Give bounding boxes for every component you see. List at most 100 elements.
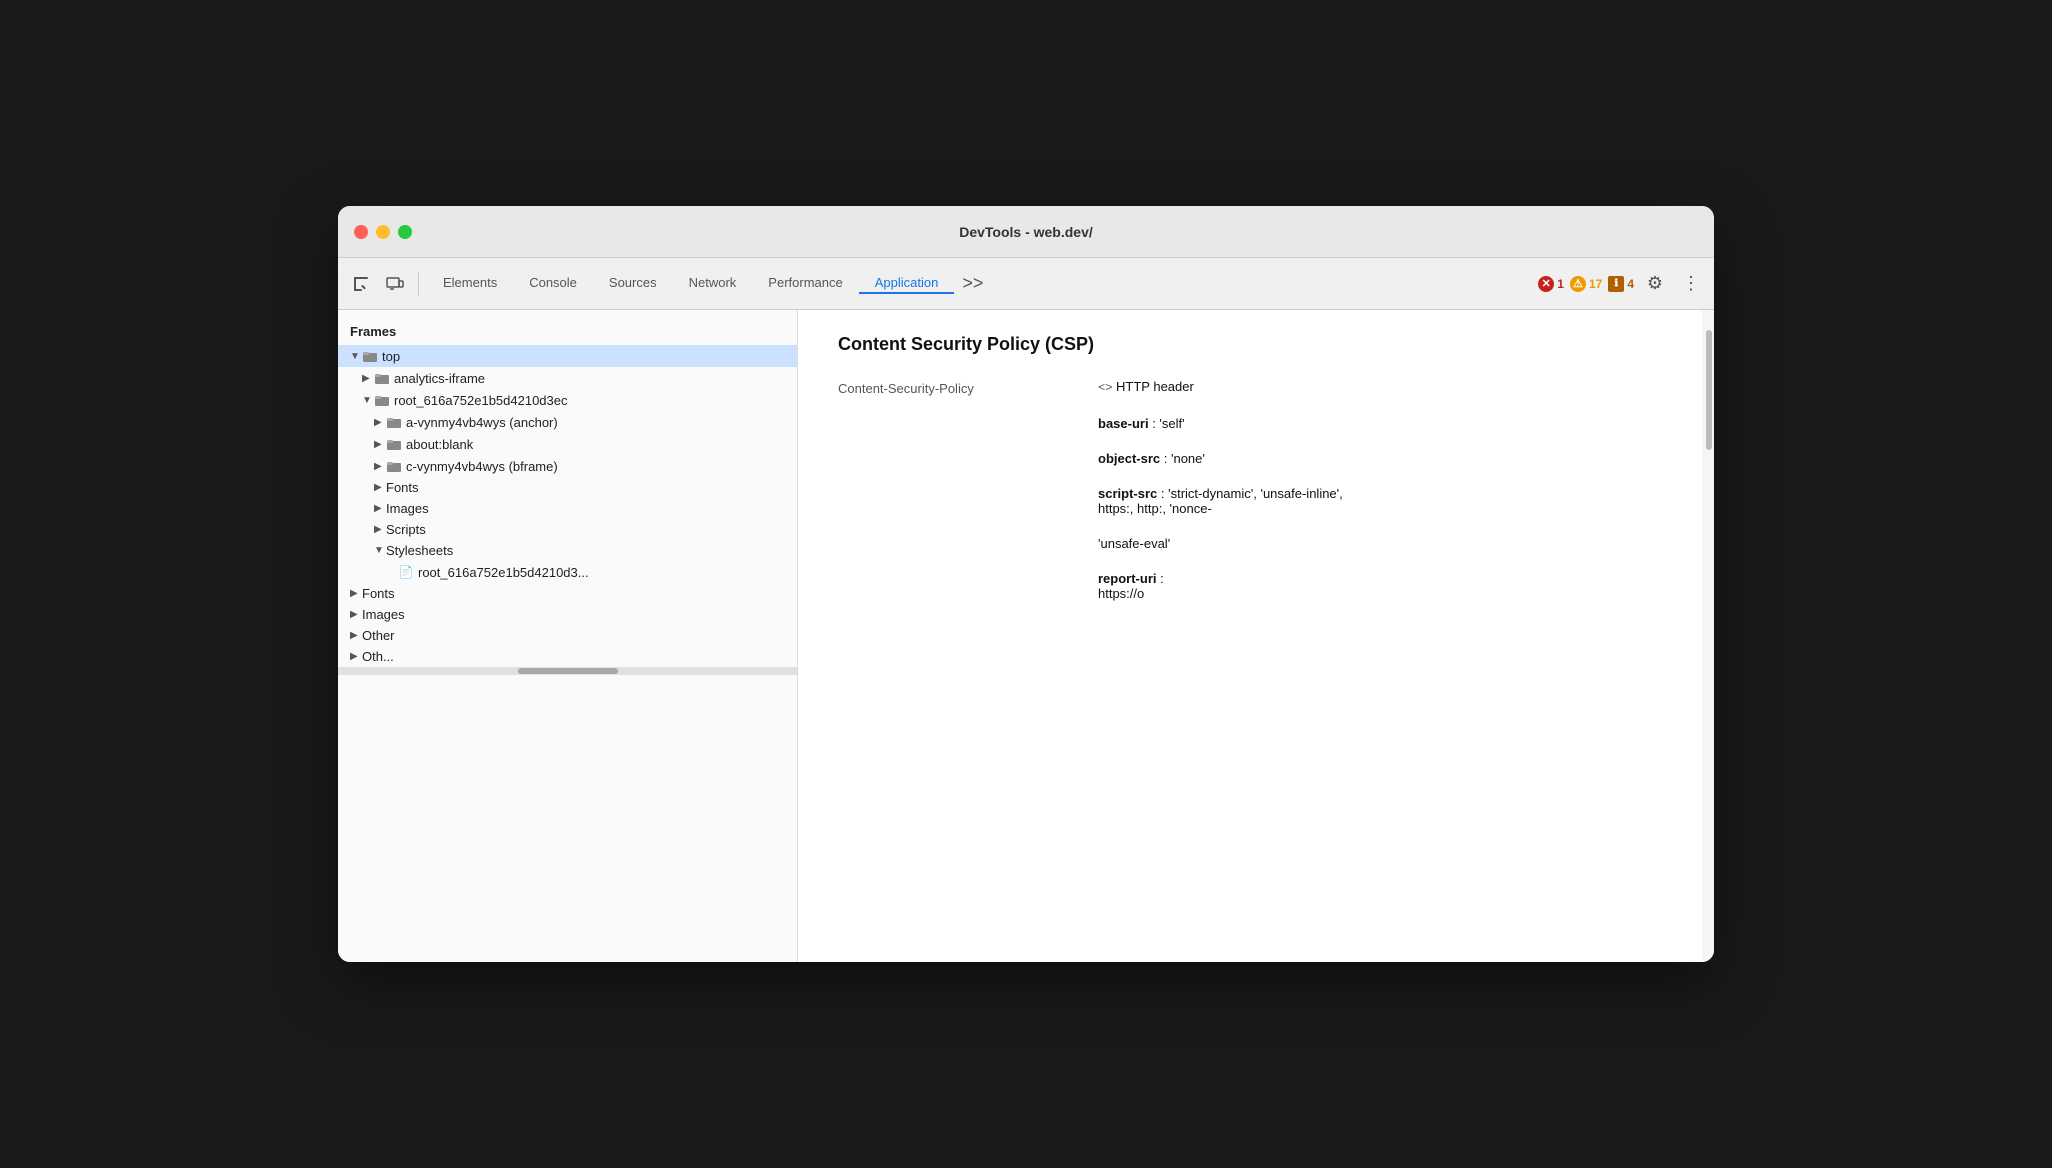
arrow-right-icon: ▶ <box>350 609 362 620</box>
error-badge[interactable]: ✕ 1 <box>1538 276 1564 292</box>
sidebar-item-about-blank[interactable]: ▶ about:blank <box>338 433 797 455</box>
csp-value-header: <> HTTP header <box>1098 379 1674 395</box>
sidebar-item-images-sub[interactable]: ▶ Images <box>338 498 797 519</box>
sidebar-item-other2[interactable]: ▶ Oth... <box>338 646 797 667</box>
sidebar-item-label-stylesheet-file: root_616a752e1b5d4210d3... <box>418 565 589 580</box>
arrow-right-icon: ▶ <box>350 630 362 641</box>
sidebar-item-label-about-blank: about:blank <box>406 437 473 452</box>
sidebar-item-label-images-top: Images <box>362 607 405 622</box>
settings-button[interactable]: ⚙ <box>1640 269 1670 299</box>
directive-name-base-uri: base-uri <box>1098 416 1149 431</box>
traffic-lights <box>354 225 412 239</box>
sidebar-item-other[interactable]: ▶ Other <box>338 625 797 646</box>
sidebar-item-scripts-sub[interactable]: ▶ Scripts <box>338 519 797 540</box>
tab-bar: Elements Console Sources Network Perform… <box>427 273 1534 294</box>
sidebar-item-label-scripts-sub: Scripts <box>386 522 426 537</box>
sidebar-item-label-analytics-iframe: analytics-iframe <box>394 371 485 386</box>
folder-icon <box>362 348 378 364</box>
tab-elements[interactable]: Elements <box>427 273 513 294</box>
csp-row-report-uri: report-uri : https://o <box>838 571 1674 601</box>
csp-row-base-uri: base-uri : 'self' <box>838 416 1674 431</box>
sidebar-item-stylesheets-sub[interactable]: ▼ Stylesheets <box>338 540 797 561</box>
directive-name-script-src: script-src <box>1098 486 1157 501</box>
directive-value-report-uri-url: https://o <box>1098 586 1144 601</box>
devtools-window: DevTools - web.dev/ Elements Co <box>338 206 1714 962</box>
sidebar-item-analytics-iframe[interactable]: ▶ analytics-iframe <box>338 367 797 389</box>
sidebar-item-c-bframe[interactable]: ▶ c-vynmy4vb4wys (bframe) <box>338 455 797 477</box>
tab-performance[interactable]: Performance <box>752 273 858 294</box>
sidebar-item-stylesheet-file[interactable]: ▶ 📄 root_616a752e1b5d4210d3... <box>338 561 797 583</box>
close-button[interactable] <box>354 225 368 239</box>
folder-icon <box>386 458 402 474</box>
sidebar-item-root-frame[interactable]: ▼ root_616a752e1b5d4210d3ec <box>338 389 797 411</box>
folder-icon <box>386 436 402 452</box>
arrow-right-icon: ▶ <box>350 651 362 662</box>
more-options-button[interactable]: ⋮ <box>1676 269 1706 299</box>
sidebar-item-label-other2: Oth... <box>362 649 394 664</box>
sidebar-horizontal-scrollbar <box>338 667 797 675</box>
csp-label-base-uri <box>838 416 1098 418</box>
sidebar-item-label-other: Other <box>362 628 395 643</box>
directive-name-report-uri: report-uri <box>1098 571 1157 586</box>
tab-console[interactable]: Console <box>513 273 593 294</box>
info-icon: ℹ <box>1608 276 1624 292</box>
sidebar-item-label-stylesheets-sub: Stylesheets <box>386 543 453 558</box>
directive-value-script-src-cont: https:, http:, 'nonce- <box>1098 501 1212 516</box>
sidebar-item-label-fonts-sub: Fonts <box>386 480 419 495</box>
folder-icon <box>374 370 390 386</box>
warning-badge[interactable]: ⚠ 17 <box>1570 276 1602 292</box>
csp-value-report-uri: report-uri : https://o <box>1098 571 1674 601</box>
directive-name-object-src: object-src <box>1098 451 1160 466</box>
toolbar: Elements Console Sources Network Perform… <box>338 258 1714 310</box>
csp-value-base-uri: base-uri : 'self' <box>1098 416 1674 431</box>
sidebar-item-label-a-anchor: a-vynmy4vb4wys (anchor) <box>406 415 558 430</box>
sidebar-scrollbar-thumb <box>518 668 618 674</box>
arrow-down-icon: ▼ <box>374 545 386 556</box>
sidebar-item-label-images-sub: Images <box>386 501 429 516</box>
csp-row-header: Content-Security-Policy <> HTTP header <box>838 379 1674 396</box>
more-tabs-button[interactable]: >> <box>954 273 991 294</box>
tab-application[interactable]: Application <box>859 273 955 294</box>
arrow-right-icon: ▶ <box>362 373 374 384</box>
directive-value-report-uri: : <box>1160 571 1164 586</box>
sidebar-item-images-top[interactable]: ▶ Images <box>338 604 797 625</box>
info-badge[interactable]: ℹ 4 <box>1608 276 1634 292</box>
file-icon: 📄 <box>398 564 414 580</box>
content-scrollbar[interactable] <box>1702 310 1714 962</box>
code-brackets-icon: <> <box>1098 381 1112 395</box>
sidebar-item-fonts-top[interactable]: ▶ Fonts <box>338 583 797 604</box>
tab-sources[interactable]: Sources <box>593 273 673 294</box>
arrow-down-icon: ▼ <box>362 395 374 406</box>
inspect-element-icon[interactable] <box>346 269 376 299</box>
sidebar-item-a-anchor[interactable]: ▶ a-vynmy4vb4wys (anchor) <box>338 411 797 433</box>
arrow-right-icon: ▶ <box>350 588 362 599</box>
csp-label-report-uri <box>838 571 1098 573</box>
maximize-button[interactable] <box>398 225 412 239</box>
folder-icon <box>386 414 402 430</box>
directive-value-script-src: : 'strict-dynamic', 'unsafe-inline', <box>1161 486 1343 501</box>
csp-value-object-src: object-src : 'none' <box>1098 451 1674 466</box>
sidebar-item-label-fonts-top: Fonts <box>362 586 395 601</box>
content-scrollbar-thumb <box>1706 330 1712 450</box>
tab-network[interactable]: Network <box>673 273 753 294</box>
arrow-right-icon: ▶ <box>374 482 386 493</box>
sidebar-item-label-c-bframe: c-vynmy4vb4wys (bframe) <box>406 459 558 474</box>
sidebar-item-fonts-sub[interactable]: ▶ Fonts <box>338 477 797 498</box>
csp-value-unsafe-eval: 'unsafe-eval' <box>1098 536 1674 551</box>
directive-value-base-uri: : 'self' <box>1152 416 1184 431</box>
error-icon: ✕ <box>1538 276 1554 292</box>
sidebar-item-label-root-frame: root_616a752e1b5d4210d3ec <box>394 393 568 408</box>
csp-label-unsafe-eval <box>838 536 1098 538</box>
arrow-right-icon: ▶ <box>374 439 386 450</box>
responsive-mode-icon[interactable] <box>380 269 410 299</box>
warning-icon: ⚠ <box>1570 276 1586 292</box>
minimize-button[interactable] <box>376 225 390 239</box>
arrow-right-icon: ▶ <box>374 461 386 472</box>
sidebar: Frames ▼ top ▶ <box>338 310 798 962</box>
window-title: DevTools - web.dev/ <box>959 224 1093 240</box>
arrow-right-icon: ▶ <box>374 524 386 535</box>
sidebar-item-label-top: top <box>382 349 400 364</box>
content-panel: Content Security Policy (CSP) Content-Se… <box>798 310 1714 962</box>
sidebar-item-top[interactable]: ▼ top <box>338 345 797 367</box>
arrow-right-icon: ▶ <box>374 503 386 514</box>
